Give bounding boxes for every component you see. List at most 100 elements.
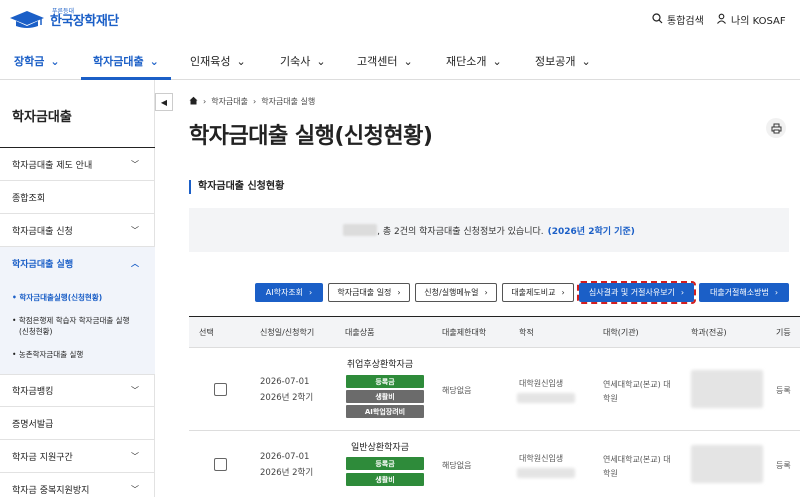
university-value: 연세대학교(본교) 대학원 — [603, 380, 671, 403]
sidebar-submenu: • 학자금대출실행(신청현황) • 학점은행제 학습자 학자금대출 실행 (신청… — [0, 280, 155, 374]
submenu-item-credit-bank[interactable]: • 학점은행제 학습자 학자금대출 실행 — [12, 315, 129, 326]
sidebar-item-loan-execute[interactable]: 학자금대출 실행 ︿ — [0, 247, 155, 280]
search-label: 통합검색 — [667, 16, 704, 27]
sidebar-item-certificate[interactable]: 증명서발급 — [0, 407, 155, 440]
gnb-label: 장학금 — [14, 55, 45, 68]
th-date: 신청일/신청학기 — [260, 328, 315, 337]
loan-schedule-button[interactable]: 학자금대출 일정 › — [328, 283, 410, 302]
breadcrumb: › 학자금대출 › 학자금대출 실행 — [189, 96, 315, 107]
global-nav: 장학금 ⌄ 학자금대출 ⌄ 인재육성 ⌄ 기숙사 ⌄ 고객센터 ⌄ 재단소개 ⌄… — [0, 40, 800, 80]
rejection-resolve-button[interactable]: 대출거절해소방법 › — [699, 283, 789, 302]
row-checkbox[interactable] — [214, 458, 227, 471]
gnb-label: 고객센터 — [357, 55, 398, 68]
apply-date: 2026-07-01 2026년 2학기 — [260, 449, 313, 481]
ai-major-lookup-button[interactable]: AI학자조회 › — [255, 283, 323, 302]
page: 푸른등대 한국장학재단 통합검색 나의 KOSAF 장학금 ⌄ 학자금대출 ⌄ — [0, 0, 800, 497]
tag-tuition: 등록금 — [346, 457, 424, 470]
etc-value: 등록 — [776, 386, 791, 395]
gnb-customer-center[interactable]: 고객센터 ⌄ — [357, 53, 413, 69]
sidebar-item-label: 종합조회 — [12, 193, 46, 204]
notice-box: , 총 2건의 학자금대출 신청정보가 있습니다. (2026년 2학기 기준) — [189, 208, 789, 252]
section-title: 학자금대출 신청현황 — [189, 180, 284, 194]
chevron-down-icon: ⌄ — [236, 54, 246, 68]
th-restricted: 대출제한대학 — [442, 328, 487, 337]
logo-title: 한국장학재단 — [50, 13, 119, 29]
chevron-left-icon: ◀ — [160, 97, 168, 107]
sidebar-item-loan-apply[interactable]: 학자금대출 신청 ﹀ — [0, 214, 155, 247]
chevron-right-icon: › — [397, 288, 401, 297]
home-icon[interactable] — [189, 96, 198, 107]
logo[interactable]: 푸른등대 한국장학재단 — [8, 8, 119, 28]
date-value: 2026-07-01 — [260, 452, 310, 462]
table-row: 2026-07-01 2026년 2학기 일반상환학자금 등록금 생활비 해당없… — [189, 431, 800, 497]
sidebar-item-label: 학자금대출 제도 안내 — [12, 160, 93, 171]
my-kosaf-link[interactable]: 나의 KOSAF — [716, 12, 786, 27]
gnb-dormitory[interactable]: 기숙사 ⌄ — [280, 53, 326, 69]
button-label: 대출거절해소방법 — [709, 288, 769, 297]
button-label: AI학자조회 — [265, 288, 304, 297]
sidebar-item-label: 학자금 지원구간 — [12, 452, 73, 463]
submenu-label: (신청현황) — [19, 327, 53, 336]
sidebar-item-duplicate-prevention[interactable]: 학자금 중복지원방지 ﹀ — [0, 473, 155, 497]
gnb-label: 재단소개 — [446, 55, 487, 68]
chevron-down-icon: ⌄ — [492, 54, 502, 68]
apply-date: 2026-07-01 2026년 2학기 — [260, 374, 313, 406]
tag-living: 생활비 — [346, 473, 424, 486]
manual-button[interactable]: 신청/실행메뉴얼 › — [415, 283, 497, 302]
tag-tuition: 등록금 — [346, 375, 424, 388]
chevron-down-icon: ﹀ — [131, 386, 139, 395]
tag-living: 생활비 — [346, 390, 424, 403]
gnb-student-loan[interactable]: 학자금대출 ⌄ — [93, 53, 159, 69]
university-value: 연세대학교(본교) 대학원 — [603, 455, 671, 478]
review-result-button[interactable]: 심사결과 및 거절사유보기 › — [577, 281, 696, 304]
chevron-up-icon: ︿ — [131, 259, 139, 268]
sidebar-item-banking[interactable]: 학자금뱅킹 ﹀ — [0, 374, 155, 407]
chevron-right-icon: › — [561, 288, 565, 297]
gnb-scholarship[interactable]: 장학금 ⌄ — [14, 53, 60, 69]
submenu-item-rural[interactable]: • 농촌학자금대출 실행 — [12, 349, 83, 360]
gnb-label: 정보공개 — [535, 55, 576, 68]
sidebar-item-label: 학자금뱅킹 — [12, 387, 54, 397]
redacted-department — [691, 445, 763, 483]
logo-mark-icon — [8, 8, 46, 28]
submenu-item-credit-bank-cont: (신청현황) — [19, 326, 52, 337]
sidebar-item-label: 학자금대출 신청 — [12, 226, 73, 237]
chevron-down-icon: ⌄ — [50, 54, 60, 68]
gnb-about[interactable]: 재단소개 ⌄ — [446, 53, 502, 69]
row-checkbox[interactable] — [214, 383, 227, 396]
chevron-right-icon: › — [203, 97, 207, 106]
print-button[interactable] — [766, 118, 786, 138]
breadcrumb-item[interactable]: 학자금대출 실행 — [261, 96, 315, 107]
sidebar-item-overview[interactable]: 종합조회 — [0, 181, 155, 214]
breadcrumb-item[interactable]: 학자금대출 — [211, 96, 248, 107]
chevron-right-icon: › — [484, 288, 488, 297]
gnb-label: 인재육성 — [190, 55, 231, 68]
th-product: 대출상품 — [345, 328, 375, 337]
submenu-label: 학점은행제 학습자 학자금대출 실행 — [18, 316, 130, 325]
button-label: 심사결과 및 거절사유보기 — [588, 288, 675, 297]
submenu-item-execute-status[interactable]: • 학자금대출실행(신청현황) — [12, 292, 102, 303]
integrated-search-link[interactable]: 통합검색 — [652, 12, 704, 27]
etc-value: 등록 — [776, 461, 791, 470]
my-kosaf-label: 나의 KOSAF — [731, 16, 786, 27]
th-university: 대학(기관) — [603, 328, 639, 337]
status-value: 대학원신입생 — [519, 379, 564, 388]
sidebar-collapse-button[interactable]: ◀ — [155, 93, 173, 111]
notice-basis: (2026년 2학기 기준) — [547, 226, 635, 237]
th-status: 학적 — [519, 328, 534, 337]
tag-ai-study: AI학업장려비 — [346, 405, 424, 418]
table-row: 2026-07-01 2026년 2학기 취업후상환학자금 등록금 생활비 AI… — [189, 348, 800, 431]
restricted-value: 해당없음 — [442, 461, 472, 470]
chevron-down-icon: ⌄ — [581, 54, 591, 68]
top-header: 푸른등대 한국장학재단 통합검색 나의 KOSAF — [0, 0, 800, 40]
sidebar-item-support-tier[interactable]: 학자금 지원구간 ﹀ — [0, 440, 155, 473]
chevron-down-icon: ⌄ — [316, 54, 326, 68]
gnb-talent[interactable]: 인재육성 ⌄ — [190, 53, 246, 69]
search-icon — [652, 12, 663, 27]
sidebar-item-loan-guide[interactable]: 학자금대출 제도 안내 ﹀ — [0, 148, 155, 181]
gnb-label: 학자금대출 — [93, 55, 144, 68]
sidebar: 학자금대출 학자금대출 제도 안내 ﹀ 종합조회 학자금대출 신청 ﹀ 학자금대… — [0, 80, 155, 497]
term-value: 2026년 2학기 — [260, 468, 314, 478]
gnb-disclosure[interactable]: 정보공개 ⌄ — [535, 53, 591, 69]
loan-compare-button[interactable]: 대출제도비교 › — [502, 283, 574, 302]
